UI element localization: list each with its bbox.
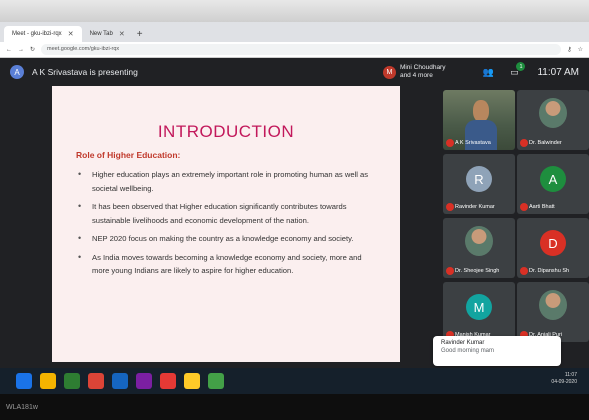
taskbar-app-icon[interactable] <box>64 373 80 389</box>
presenting-label: A K Srivastava is presenting <box>32 67 138 77</box>
address-bar: ← → ↻ meet.google.com/gku-ibzi-rqx ⚷ ☆ <box>0 42 589 58</box>
muted-mic-icon <box>446 267 454 275</box>
participant-tile[interactable]: R Ravinder Kumar <box>443 154 515 214</box>
participant-photo <box>539 290 567 320</box>
close-icon[interactable]: ✕ <box>119 30 125 38</box>
participant-tile[interactable]: Dr. Balwinder <box>517 90 589 150</box>
chat-notification[interactable]: Ravinder Kumar Good morning mam <box>433 336 561 366</box>
taskbar-app-icon[interactable] <box>16 373 32 389</box>
monitor-top-edge <box>0 0 589 22</box>
new-tab-button[interactable]: + <box>137 29 143 40</box>
participant-avatar: M <box>382 65 396 79</box>
participant-name: Aarti Bhatt <box>529 204 555 210</box>
slide-bullet-list: Higher education plays an extremely impo… <box>78 168 378 283</box>
participant-summary: Mini Choudhary and 4 more <box>399 64 446 79</box>
muted-mic-icon <box>446 139 454 147</box>
url-field[interactable]: meet.google.com/gku-ibzi-rqx <box>41 44 562 55</box>
back-icon[interactable]: ← <box>6 47 12 53</box>
monitor-model-label: WLA181w <box>6 404 38 411</box>
participant-name: Ravinder Kumar <box>455 204 495 210</box>
participant-tile[interactable]: Dr. Anjali Puri <box>517 282 589 342</box>
participant-initial-avatar: D <box>540 230 566 256</box>
browser-tab-bar: Meet - gku-ibzi-rqx ✕ New Tab ✕ + <box>0 22 589 42</box>
presentation-slide: INTRODUCTION Role of Higher Education: H… <box>52 86 400 362</box>
system-tray-clock: 11:07 04-09-2020 <box>551 372 577 385</box>
reload-icon[interactable]: ↻ <box>30 46 35 53</box>
taskbar-app-icon[interactable] <box>208 373 224 389</box>
participant-initial-avatar: R <box>466 166 492 192</box>
participant-name: Dr. Sheojee Singh <box>455 268 500 274</box>
participant-video <box>473 100 489 122</box>
tab-label: New Tab <box>89 31 113 37</box>
star-icon[interactable]: ☆ <box>578 46 583 53</box>
forward-icon[interactable]: → <box>18 47 24 53</box>
muted-mic-icon <box>446 203 454 211</box>
participant-photo <box>539 98 567 128</box>
taskbar-app-icon[interactable] <box>184 373 200 389</box>
participant-tile[interactable]: D Dr. Dipanshu Sh <box>517 218 589 278</box>
participant-grid: A K Srivastava Dr. Balwinder R Ravinder Kum… <box>440 86 589 368</box>
participant-tile[interactable]: M Manish Kumar <box>443 282 515 342</box>
toast-message: Good morning mam <box>441 348 495 354</box>
taskbar-app-icon[interactable] <box>112 373 128 389</box>
muted-mic-icon <box>520 203 528 211</box>
participant-name: Dr. Dipanshu Sh <box>529 268 570 274</box>
muted-mic-icon <box>520 267 528 275</box>
slide-subtitle: Role of Higher Education: <box>76 150 181 160</box>
chat-icon[interactable]: ▭ 1 <box>507 62 526 78</box>
meet-top-bar: A A K Srivastava is presenting M Mini Ch… <box>0 58 589 86</box>
slide-title: INTRODUCTION <box>157 122 295 141</box>
taskbar-app-icon[interactable] <box>88 373 104 389</box>
windows-taskbar <box>0 368 589 394</box>
participant-photo <box>465 226 493 256</box>
participant-name: Dr. Balwinder <box>529 140 562 146</box>
slide-bullet: It has been observed that Higher educati… <box>78 200 378 227</box>
people-icon[interactable]: 👥 <box>481 66 495 78</box>
taskbar-app-icon[interactable] <box>160 373 176 389</box>
screen-photo: Meet - gku-ibzi-rqx ✕ New Tab ✕ + ← → ↻ … <box>0 0 589 420</box>
participant-initial-avatar: A <box>540 166 566 192</box>
toast-sender: Ravinder Kumar <box>441 340 485 346</box>
participant-name: A K Srivastava <box>455 140 491 146</box>
slide-bullet: Higher education plays an extremely impo… <box>78 168 378 195</box>
participant-tile[interactable]: A K Srivastava <box>443 90 515 150</box>
taskbar-app-icon[interactable] <box>136 373 152 389</box>
taskbar-app-icon[interactable] <box>40 373 56 389</box>
monitor-bezel <box>0 394 589 420</box>
presenter-avatar: A <box>10 65 24 79</box>
slide-bullet: As India moves towards becoming a knowle… <box>78 251 378 278</box>
tab-new[interactable]: New Tab ✕ <box>82 26 133 42</box>
chat-badge: 1 <box>516 62 526 71</box>
participant-tile[interactable]: Dr. Sheojee Singh <box>443 218 515 278</box>
muted-mic-icon <box>520 139 528 147</box>
slide-bullet: NEP 2020 focus on making the country as … <box>78 232 378 246</box>
close-icon[interactable]: ✕ <box>68 30 74 38</box>
participant-tile[interactable]: A Aarti Bhatt <box>517 154 589 214</box>
tab-meet[interactable]: Meet - gku-ibzi-rqx ✕ <box>4 26 82 42</box>
presentation-stage: INTRODUCTION Role of Higher Education: H… <box>0 86 440 368</box>
tab-label: Meet - gku-ibzi-rqx <box>12 31 62 37</box>
participant-initial-avatar: M <box>466 294 492 320</box>
meeting-clock: 11:07 AM <box>537 66 579 78</box>
key-icon[interactable]: ⚷ <box>567 46 571 53</box>
